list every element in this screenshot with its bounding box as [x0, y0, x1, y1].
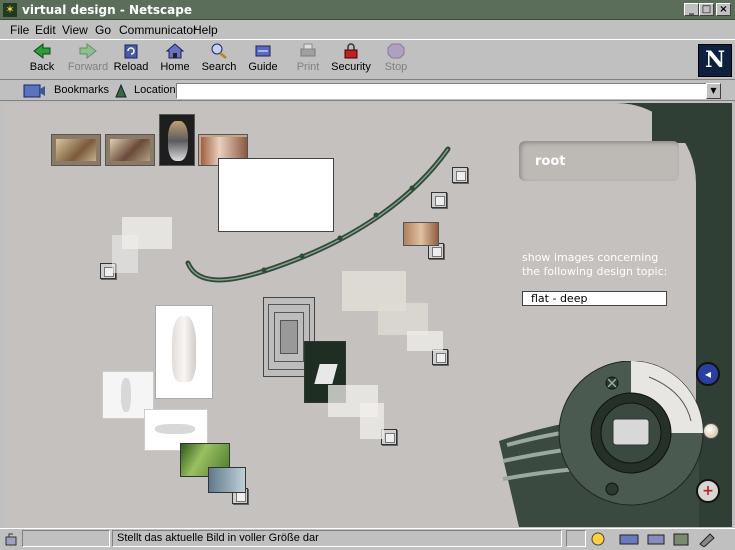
- search-button[interactable]: Search: [196, 42, 242, 79]
- progress-bar: [22, 530, 110, 547]
- image-select-button[interactable]: [452, 167, 468, 183]
- home-icon: [165, 43, 185, 59]
- menu-communicator[interactable]: Communicator: [119, 23, 197, 37]
- stop-button[interactable]: Stop: [373, 42, 419, 79]
- navigator-icon: [591, 532, 605, 546]
- menu-edit[interactable]: Edit: [35, 23, 56, 37]
- security-label: Security: [331, 61, 371, 73]
- photo-thumbnail[interactable]: [208, 467, 246, 493]
- page-content: root show images concerning the followin…: [4, 103, 732, 527]
- security-status-icon[interactable]: [4, 531, 20, 547]
- menu-file[interactable]: File: [10, 23, 29, 37]
- back-label: Back: [29, 61, 55, 73]
- forward-label: Forward: [67, 61, 109, 73]
- location-dropdown-button[interactable]: ▼: [706, 83, 721, 99]
- navigation-dial: [499, 361, 704, 527]
- back-arrow-circle-button[interactable]: ◂: [696, 362, 720, 386]
- stop-label: Stop: [384, 61, 408, 73]
- security-button[interactable]: Security: [328, 42, 374, 79]
- topic-prompt-line2: the following design topic:: [522, 265, 668, 278]
- minimize-button[interactable]: _: [684, 3, 699, 16]
- print-button[interactable]: Print: [285, 42, 331, 79]
- image-select-button[interactable]: [431, 192, 447, 208]
- vase-image[interactable]: [155, 305, 213, 399]
- bookmarks-label[interactable]: Bookmarks: [54, 84, 109, 96]
- reload-label: Reload: [113, 61, 149, 73]
- component-bar: [591, 532, 715, 547]
- photo-thumbnail[interactable]: [105, 134, 155, 166]
- security-lock-icon: [344, 43, 358, 59]
- faded-thumbnail[interactable]: [112, 235, 138, 273]
- maximize-button[interactable]: □: [699, 3, 714, 16]
- location-input[interactable]: [176, 83, 708, 99]
- close-button[interactable]: ×: [716, 3, 731, 16]
- forward-arrow-icon: [79, 42, 97, 60]
- composer-icon: [673, 533, 689, 546]
- print-icon: [300, 43, 316, 57]
- menu-view[interactable]: View: [62, 23, 88, 37]
- image-select-button[interactable]: [432, 349, 448, 365]
- dial-knob[interactable]: [703, 423, 719, 439]
- status-text: Stellt das aktuelle Bild in voller Größe…: [112, 530, 562, 547]
- guide-label: Guide: [248, 61, 278, 73]
- search-label: Search: [201, 61, 237, 73]
- location-label: Location:: [134, 84, 179, 96]
- reload-button[interactable]: Reload: [108, 42, 154, 79]
- menu-go[interactable]: Go: [95, 23, 111, 37]
- status-divider: [566, 530, 586, 547]
- edit-icon: [699, 533, 715, 547]
- back-button[interactable]: Back: [19, 42, 65, 79]
- navigation-toolbar: Back Forward Reload Home Search Guide Pr…: [0, 39, 735, 80]
- discussion-icon: [647, 534, 665, 545]
- bookmarks-icon[interactable]: [22, 83, 46, 99]
- photo-thumbnail[interactable]: [51, 134, 101, 166]
- search-icon: [211, 43, 227, 59]
- root-label[interactable]: root: [519, 141, 679, 181]
- home-label: Home: [160, 61, 190, 73]
- back-arrow-icon: [33, 42, 51, 60]
- title-bar: ✶ virtual design - Netscape _ □ ×: [0, 0, 735, 20]
- faded-thumbnail[interactable]: [407, 331, 443, 351]
- topic-prompt: show images concerning the following des…: [522, 251, 692, 279]
- forward-button[interactable]: Forward: [65, 42, 111, 79]
- menu-bar: File Edit View Go Communicator Help: [0, 20, 735, 39]
- menu-help[interactable]: Help: [193, 23, 218, 37]
- faded-thumbnail[interactable]: [360, 403, 384, 439]
- guide-button[interactable]: Guide: [240, 42, 286, 79]
- design-topic-field[interactable]: flat - deep: [522, 291, 667, 306]
- netscape-logo-n[interactable]: N: [698, 44, 732, 77]
- netscape-app-icon: ✶: [3, 3, 17, 17]
- dial-zoom-icon: [605, 482, 619, 496]
- stop-icon: [387, 43, 405, 59]
- home-button[interactable]: Home: [152, 42, 198, 79]
- reload-icon: [124, 44, 138, 59]
- mail-icon: [619, 534, 639, 545]
- add-circle-button[interactable]: +: [696, 479, 720, 503]
- print-label: Print: [296, 61, 320, 73]
- topic-prompt-line1: show images concerning: [522, 251, 659, 264]
- page-proxy-icon[interactable]: [113, 83, 129, 99]
- guide-icon: [255, 45, 271, 57]
- window-title: virtual design - Netscape: [22, 3, 192, 17]
- panel-corner: [652, 103, 732, 143]
- photo-thumbnail[interactable]: [403, 222, 439, 246]
